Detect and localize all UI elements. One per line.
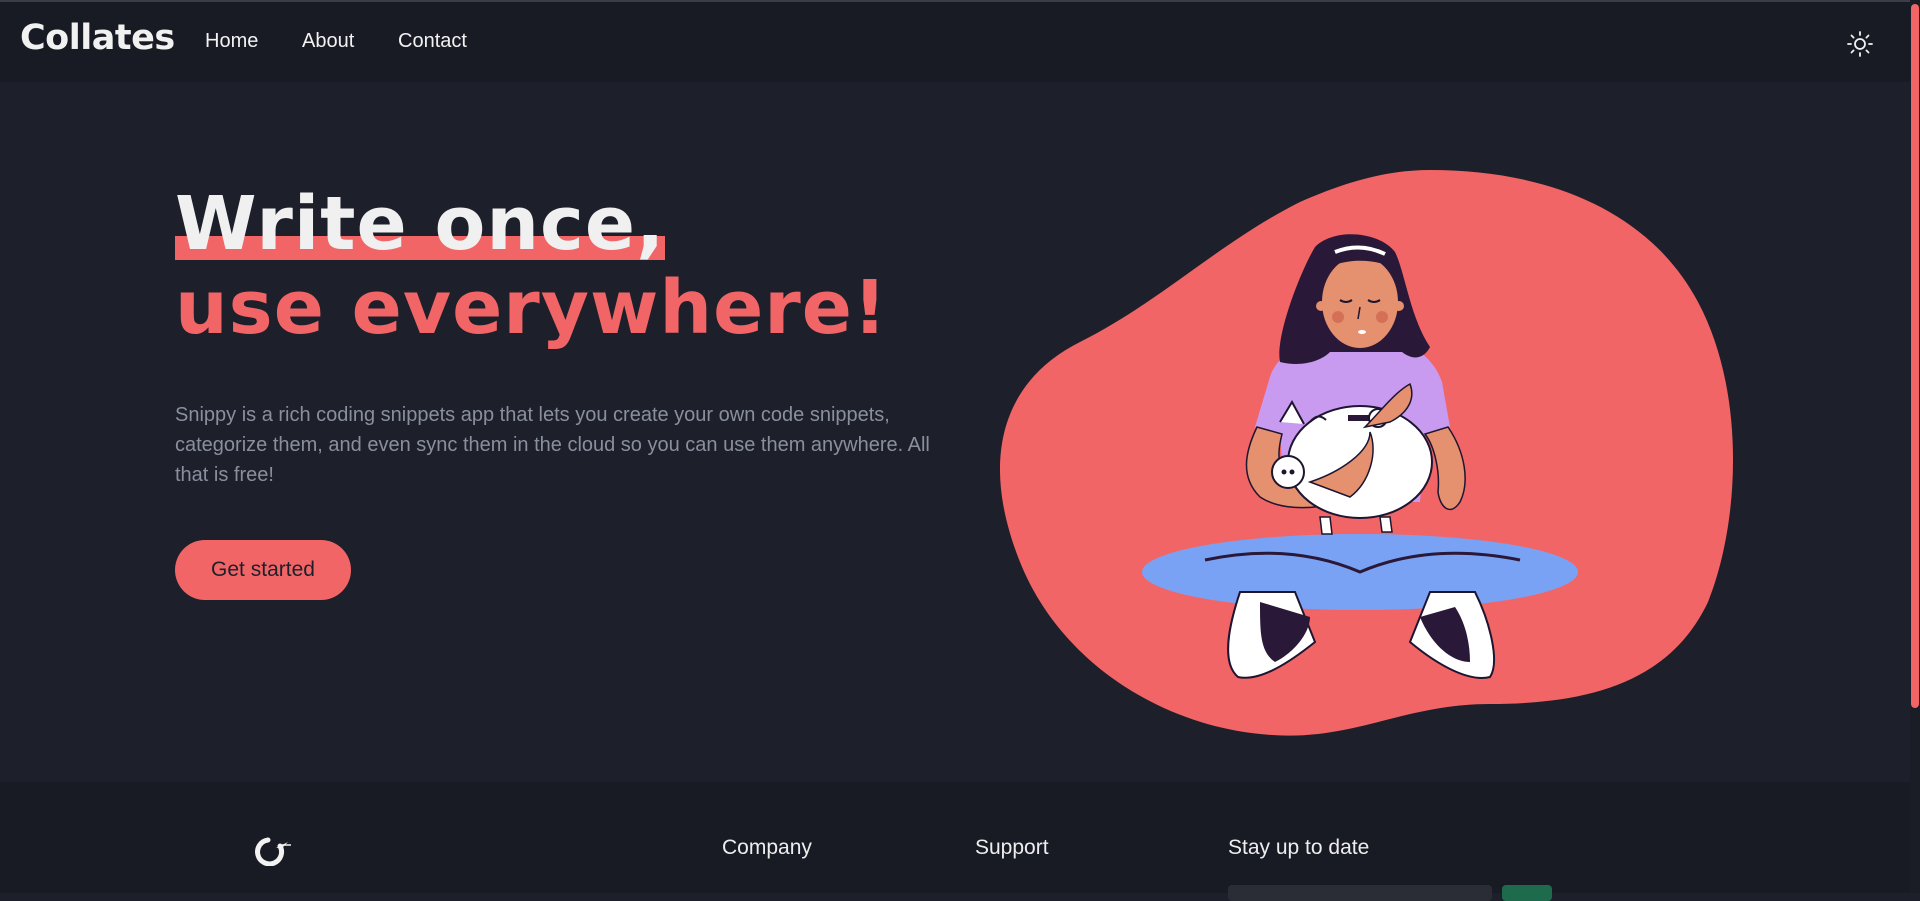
sun-icon <box>1847 31 1873 57</box>
footer-heading-newsletter: Stay up to date <box>1228 836 1370 859</box>
newsletter-email-input[interactable] <box>1228 885 1492 901</box>
get-started-button[interactable]: Get started <box>175 540 351 600</box>
footer-heading-support: Support <box>975 836 1049 859</box>
newsletter-subscribe-button[interactable] <box>1502 885 1552 901</box>
logo-icon <box>255 837 291 867</box>
footer-heading-company: Company <box>722 836 812 859</box>
headline-line-2: use everywhere! <box>175 265 888 351</box>
hero-section: Write once, use everywhere! Snippy is a … <box>0 82 1920 782</box>
hero-description: Snippy is a rich coding snippets app tha… <box>175 404 930 486</box>
theme-toggle-button[interactable] <box>1846 30 1874 58</box>
headline-line-1: Write once, <box>175 181 666 267</box>
nav-link-about[interactable]: About <box>302 30 354 53</box>
navbar: Collates Home About Contact <box>0 2 1920 82</box>
face <box>1322 256 1398 348</box>
scrollbar-thumb[interactable] <box>1911 4 1919 708</box>
woman-with-piggy-bank-illustration <box>1000 170 1734 736</box>
brand-logo[interactable]: Collates <box>20 18 175 58</box>
headline-line-1-text: Write once, <box>175 181 666 267</box>
hero-headline: Write once, use everywhere! <box>175 182 888 350</box>
nav-link-home[interactable]: Home <box>205 30 258 53</box>
nav-link-contact[interactable]: Contact <box>398 30 467 53</box>
footer-logo[interactable] <box>254 836 292 867</box>
